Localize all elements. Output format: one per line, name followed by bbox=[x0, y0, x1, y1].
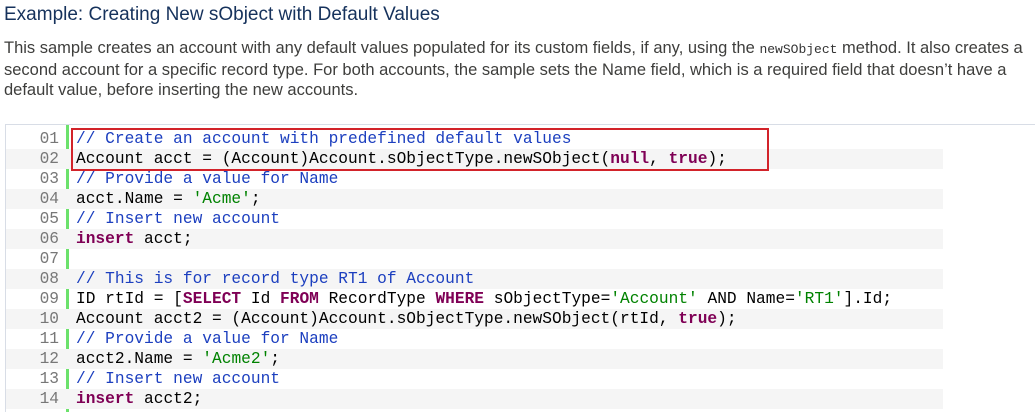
code-token: 'RT1' bbox=[794, 290, 844, 308]
line-number: 05 bbox=[39, 210, 59, 228]
page-heading: Example: Creating New sObject with Defau… bbox=[4, 4, 440, 25]
line-number: 14 bbox=[39, 390, 59, 408]
line-number: 09 bbox=[39, 290, 59, 308]
code-token: ); bbox=[707, 150, 727, 168]
code-token: ; bbox=[250, 190, 261, 208]
code-token: , bbox=[649, 150, 669, 168]
code-token: acct2.Name = bbox=[76, 350, 203, 368]
code-line: 04 acct.Name = 'Acme'; bbox=[6, 189, 943, 209]
line-number: 11 bbox=[39, 330, 59, 348]
code-token: // This is for record type RT1 of Accoun… bbox=[76, 270, 475, 288]
code-line: 11 // Provide a value for Name bbox=[6, 329, 943, 349]
code-token: RecordType bbox=[318, 290, 436, 308]
code-line: 03 // Provide a value for Name bbox=[6, 169, 943, 189]
code-token: true bbox=[668, 150, 708, 168]
code-token: 'Account' bbox=[610, 290, 698, 308]
code-text: acct2.Name = 'Acme2'; bbox=[76, 349, 280, 369]
inline-code-newsobject: newSObject bbox=[759, 42, 838, 57]
code-line: 08 // This is for record type RT1 of Acco… bbox=[6, 269, 943, 289]
code-token: acct.Name = bbox=[76, 190, 193, 208]
code-line: 10 Account acct2 = (Account)Account.sObje… bbox=[6, 309, 943, 329]
code-text: // Insert new account bbox=[76, 369, 280, 389]
code-block[interactable]: 01 // Create an account with predefined d… bbox=[5, 124, 1035, 412]
code-text: acct.Name = 'Acme'; bbox=[76, 189, 261, 209]
line-number: 06 bbox=[39, 230, 59, 248]
code-token: // Insert new account bbox=[76, 210, 280, 228]
code-text: // Insert new account bbox=[76, 209, 280, 229]
code-text: // This is for record type RT1 of Accoun… bbox=[76, 269, 474, 289]
code-line: 02 Account acct = (Account)Account.sObjec… bbox=[6, 149, 943, 169]
code-token: true bbox=[678, 310, 718, 328]
code-token: 'Acme' bbox=[192, 190, 251, 208]
code-token: acct; bbox=[134, 230, 193, 248]
code-text: insert acct; bbox=[76, 229, 193, 249]
code-text: Account acct = (Account)Account.sObjectT… bbox=[76, 149, 727, 169]
description-part-1: This sample creates an account with any … bbox=[4, 39, 760, 57]
code-text: ID rtId = [SELECT Id FROM RecordType WHE… bbox=[76, 289, 892, 309]
code-token: AND Name= bbox=[697, 290, 795, 308]
line-number: 04 bbox=[39, 190, 59, 208]
code-text: insert acct2; bbox=[76, 389, 202, 409]
line-number: 08 bbox=[39, 270, 59, 288]
code-text: Account acct2 = (Account)Account.sObject… bbox=[76, 309, 737, 329]
code-token: 'Acme2' bbox=[202, 350, 271, 368]
code-token: ID rtId = [ bbox=[76, 290, 183, 308]
code-token: // Insert new account bbox=[76, 370, 280, 388]
line-number: 03 bbox=[39, 170, 59, 188]
code-token: SELECT bbox=[182, 290, 242, 308]
code-token: Account acct = (Account)Account.sObjectT… bbox=[76, 150, 611, 168]
line-number: 02 bbox=[39, 150, 59, 168]
line-number: 07 bbox=[39, 250, 59, 268]
code-token: // Provide a value for Name bbox=[76, 330, 339, 348]
code-line: 07 bbox=[6, 249, 943, 269]
line-number: 12 bbox=[39, 350, 59, 368]
code-token: null bbox=[610, 150, 650, 168]
code-token: ); bbox=[717, 310, 737, 328]
code-text: // Provide a value for Name bbox=[76, 169, 338, 189]
code-text: // Provide a value for Name bbox=[76, 329, 338, 349]
code-token: insert bbox=[76, 230, 135, 248]
code-line: 13 // Insert new account bbox=[6, 369, 943, 389]
code-token: Id bbox=[241, 290, 281, 308]
code-line: 09 ID rtId = [SELECT Id FROM RecordType W… bbox=[6, 289, 943, 309]
code-token: acct2; bbox=[134, 390, 203, 408]
code-text: // Create an account with predefined def… bbox=[76, 129, 571, 149]
code-token: FROM bbox=[280, 290, 319, 308]
code-token: // Provide a value for Name bbox=[76, 170, 339, 188]
code-token: Account acct2 = (Account)Account.sObject… bbox=[76, 310, 679, 328]
description-paragraph: This sample creates an account with any … bbox=[4, 38, 1032, 100]
line-number: 01 bbox=[39, 130, 59, 148]
code-token: WHERE bbox=[435, 290, 485, 308]
code-token: insert bbox=[76, 390, 135, 408]
code-token: ].Id; bbox=[843, 290, 893, 308]
code-token: // Create an account with predefined def… bbox=[76, 130, 572, 148]
code-token: sObjectType= bbox=[484, 290, 611, 308]
code-line: 12 acct2.Name = 'Acme2'; bbox=[6, 349, 943, 369]
code-line: 01 // Create an account with predefined d… bbox=[6, 129, 943, 149]
line-number: 13 bbox=[39, 370, 59, 388]
code-line: 05 // Insert new account bbox=[6, 209, 943, 229]
code-token: ; bbox=[270, 350, 281, 368]
code-line: 14 insert acct2; bbox=[6, 389, 943, 409]
code-line: 06 insert acct; bbox=[6, 229, 943, 249]
line-number: 10 bbox=[39, 310, 59, 328]
